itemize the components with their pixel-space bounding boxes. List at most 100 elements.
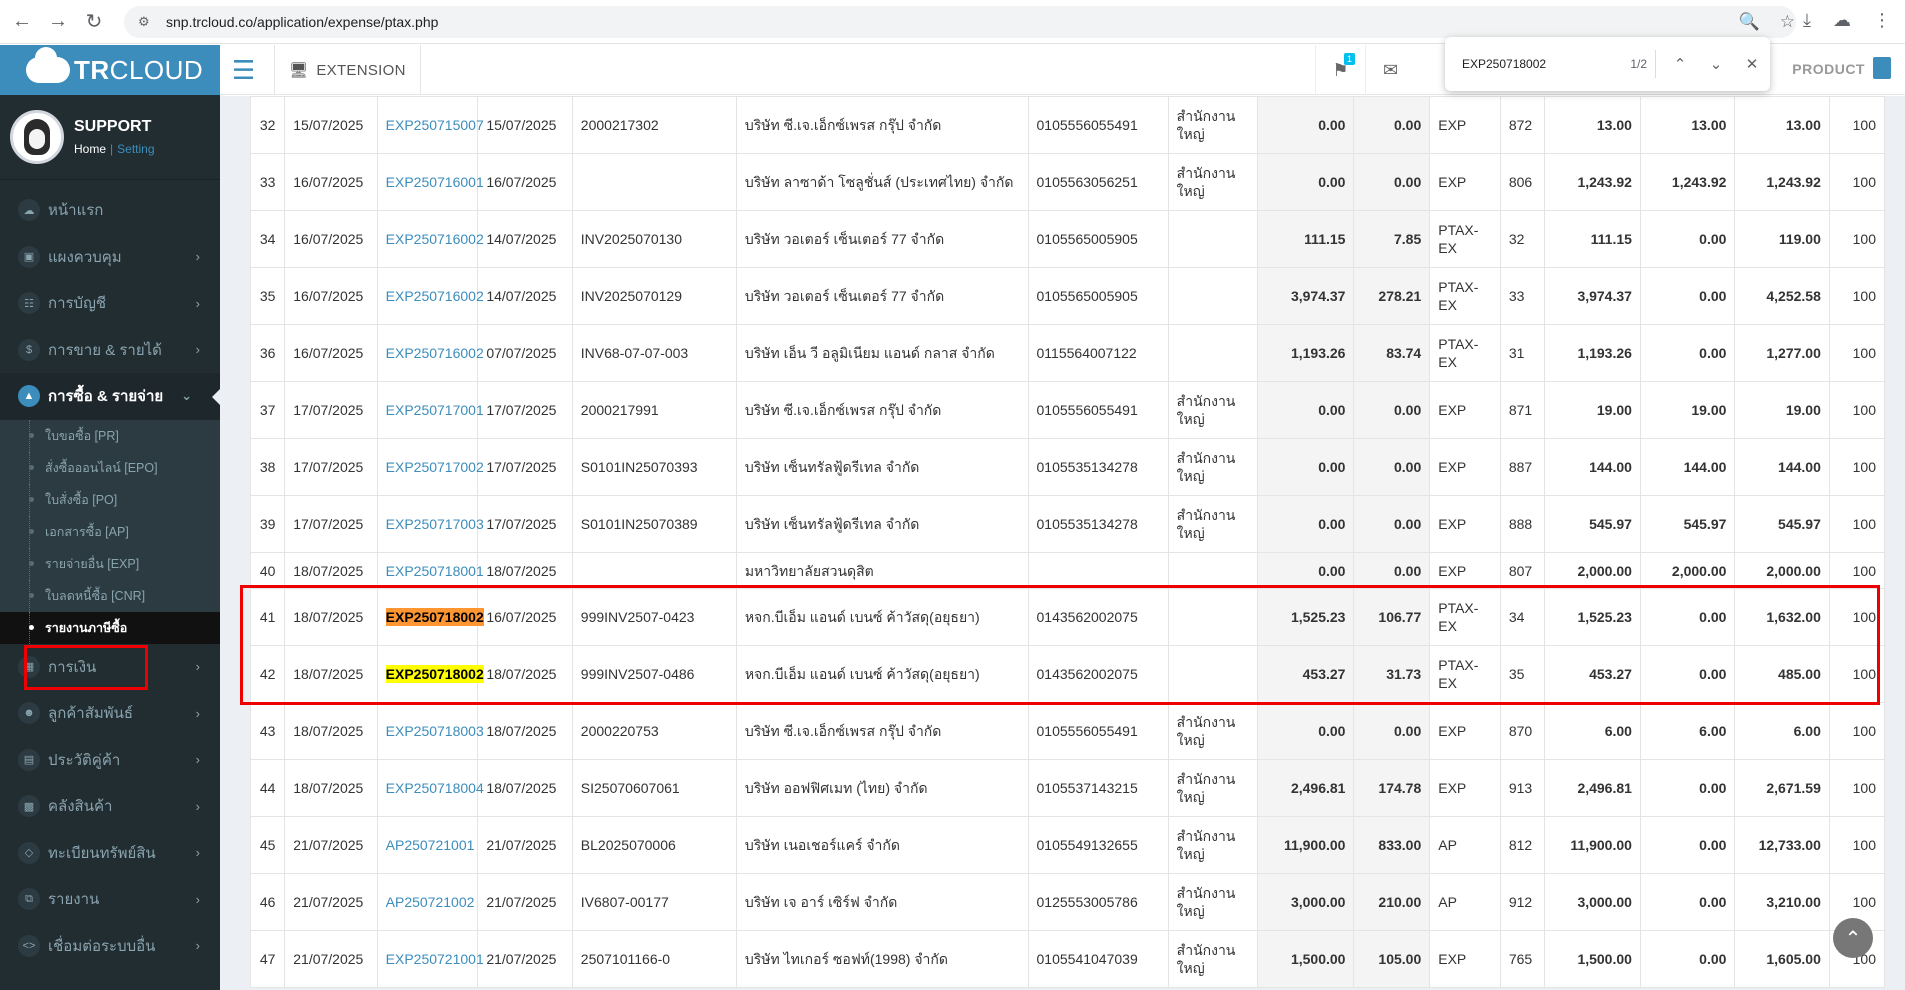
cell-amount-2: 0.00	[1639, 759, 1736, 817]
find-input[interactable]: EXP250718002	[1462, 57, 1612, 71]
sidebar-item-purchase[interactable]: ▲ การซื้อ & รายจ่าย ⌄	[0, 373, 220, 420]
sidebar-item-dashboard[interactable]: ▣ แผงควบคุม ›	[0, 234, 220, 281]
vendor-name: มหาวิทยาลัยสวนดุสิต	[744, 562, 874, 579]
doc-link[interactable]: EXP250717003	[386, 516, 484, 532]
cell-doc-link[interactable]: AP250721002	[376, 873, 479, 931]
cell-doc-link[interactable]: EXP250716001	[376, 153, 484, 211]
cell-doc-link[interactable]: EXP250716002	[376, 324, 484, 382]
doc-link[interactable]: EXP250718004	[386, 780, 484, 796]
forward-icon[interactable]: →	[44, 8, 72, 36]
doc-link[interactable]: EXP250718001	[386, 563, 484, 579]
sidebar-item-sales[interactable]: $ การขาย & รายได้ ›	[0, 327, 220, 374]
product-building-icon[interactable]	[1873, 57, 1891, 79]
cell-doc-link[interactable]: EXP250718001	[376, 552, 484, 589]
amount-2: 6.00	[1699, 723, 1727, 739]
cell-doc-link[interactable]: AP250721001	[376, 816, 479, 874]
back-icon[interactable]: ←	[8, 8, 36, 36]
cell-percent: 100	[1828, 702, 1886, 760]
sidebar-item-reports[interactable]: ⧉ รายงาน ›	[0, 876, 220, 923]
submenu-item-purchase-tax-report[interactable]: รายงานภาษีซื้อ	[0, 611, 220, 644]
amount-2: 13.00	[1691, 117, 1727, 133]
extension-button[interactable]: 🖥 EXTENSION	[274, 45, 421, 95]
doc-link[interactable]: EXP250721001	[386, 951, 484, 967]
reload-icon[interactable]: ↻	[80, 8, 108, 36]
hamburger-menu-icon[interactable]: ☰	[232, 56, 260, 84]
logo[interactable]: TRCLOUD	[0, 45, 220, 95]
ref-number: 888	[1508, 516, 1533, 532]
amount-2: 1,243.92	[1671, 174, 1727, 190]
doc-link[interactable]: AP250721001	[386, 837, 475, 853]
find-in-page-icon[interactable]: 🔍	[1739, 12, 1760, 32]
cell-row-number: 46	[249, 873, 286, 931]
cell-invoice-number: 2000217302	[571, 96, 737, 154]
notification-flag-icon[interactable]: ⚑ 1	[1315, 45, 1365, 95]
chevron-down-icon[interactable]: ⌄	[1698, 46, 1734, 82]
mail-icon[interactable]: ✉	[1365, 45, 1415, 95]
sidebar-item-accounting[interactable]: ☷ การบัญชี ›	[0, 280, 220, 327]
row-number: 47	[259, 951, 276, 967]
cell-invoice-date: 17/07/2025	[477, 381, 573, 439]
download-icon[interactable]: ⤓	[1803, 10, 1811, 31]
invoice-number: INV2025070130	[580, 231, 682, 247]
address-bar[interactable]: ⚙ snp.trcloud.co/application/expense/pta…	[124, 6, 1796, 38]
cell-doc-link[interactable]: EXP250717002	[376, 438, 484, 496]
row-date: 21/07/2025	[293, 837, 364, 853]
invoice-date: 17/07/2025	[486, 402, 557, 418]
ref-number: 912	[1508, 894, 1533, 910]
cloud-icon: ☁	[18, 199, 40, 222]
sidebar-item-partners[interactable]: ▤ ประวัติคู่ค้า ›	[0, 737, 220, 784]
row-date: 17/07/2025	[293, 402, 364, 418]
site-settings-icon[interactable]: ⚙	[138, 14, 154, 30]
bullet-icon	[29, 433, 34, 438]
sidebar-item-assets[interactable]: ◇ ทะเบียนทรัพย์สิน ›	[0, 830, 220, 877]
sidebar-item-integrations[interactable]: <> เชื่อมต่อระบบอื่น ›	[0, 923, 220, 970]
cell-doc-link[interactable]: EXP250716002	[376, 267, 484, 325]
doc-link[interactable]: EXP250716002	[386, 345, 484, 361]
cell-doc-link[interactable]: EXP250717003	[376, 495, 484, 553]
doc-link[interactable]: EXP250716001	[386, 174, 484, 190]
cell-invoice-number: IV6807-00177	[571, 873, 737, 931]
submenu-item-epo[interactable]: สั่งซื้อออนไลน์ [EPO]	[0, 451, 220, 484]
bookmark-star-icon[interactable]: ☆	[1780, 12, 1795, 32]
doc-type: AP	[1438, 837, 1457, 853]
sidebar-item-inventory[interactable]: ▩ คลังสินค้า ›	[0, 783, 220, 830]
submenu-item-ap[interactable]: เอกสารซื้อ [AP]	[0, 515, 220, 548]
doc-link[interactable]: EXP250717001	[386, 402, 484, 418]
home-link[interactable]: Home	[74, 142, 106, 156]
chevron-right-icon: ›	[195, 845, 200, 861]
doc-link[interactable]: EXP250716002	[386, 288, 484, 304]
ref-number: 913	[1508, 780, 1533, 796]
cell-doc-link[interactable]: EXP250718003	[376, 702, 484, 760]
cell-tax-id: 0105556055491	[1027, 96, 1169, 154]
submenu-item-po[interactable]: ใบสั่งซื้อ [PO]	[0, 483, 220, 516]
total-amount: 144.00	[1778, 459, 1821, 475]
cell-doc-type: EXP	[1429, 552, 1501, 589]
cell-doc-link[interactable]: EXP250715007	[376, 96, 484, 154]
browser-menu-icon[interactable]: ⋮	[1873, 10, 1891, 31]
doc-link[interactable]: EXP250717002	[386, 459, 484, 475]
cell-doc-link[interactable]: EXP250717001	[376, 381, 484, 439]
setting-link[interactable]: Setting	[117, 142, 154, 156]
scroll-to-top-icon[interactable]: ⌃	[1833, 918, 1873, 958]
sidebar-item-crm[interactable]: ☻ ลูกค้าสัมพันธ์ ›	[0, 690, 220, 737]
doc-link[interactable]: EXP250718003	[386, 723, 484, 739]
close-icon[interactable]: ✕	[1734, 46, 1770, 82]
chevron-up-icon[interactable]: ⌃	[1662, 46, 1698, 82]
amount-2: 0.00	[1699, 345, 1727, 361]
row-date: 16/07/2025	[293, 231, 364, 247]
cell-invoice-number: INV2025070130	[571, 210, 737, 268]
submenu-item-pr[interactable]: ใบขอซื้อ [PR]	[0, 419, 220, 452]
submenu-item-cnr[interactable]: ใบลดหนี้ซื้อ [CNR]	[0, 579, 220, 612]
doc-link[interactable]: EXP250716002	[386, 231, 484, 247]
cell-doc-link[interactable]: EXP250718004	[376, 759, 484, 817]
doc-link[interactable]: AP250721002	[386, 894, 475, 910]
logo-text-bold: TR	[74, 54, 110, 85]
product-label[interactable]: PRODUCT	[1792, 61, 1865, 77]
doc-type: EXP	[1438, 780, 1467, 796]
cell-doc-link[interactable]: EXP250721001	[376, 930, 484, 988]
extension-cloud-icon[interactable]: ☁	[1833, 10, 1851, 31]
doc-link[interactable]: EXP250715007	[386, 117, 484, 133]
submenu-item-exp[interactable]: รายจ่ายอื่น [EXP]	[0, 547, 220, 580]
sidebar-item-home[interactable]: ☁ หน้าแรก	[0, 187, 220, 234]
cell-doc-link[interactable]: EXP250716002	[376, 210, 484, 268]
